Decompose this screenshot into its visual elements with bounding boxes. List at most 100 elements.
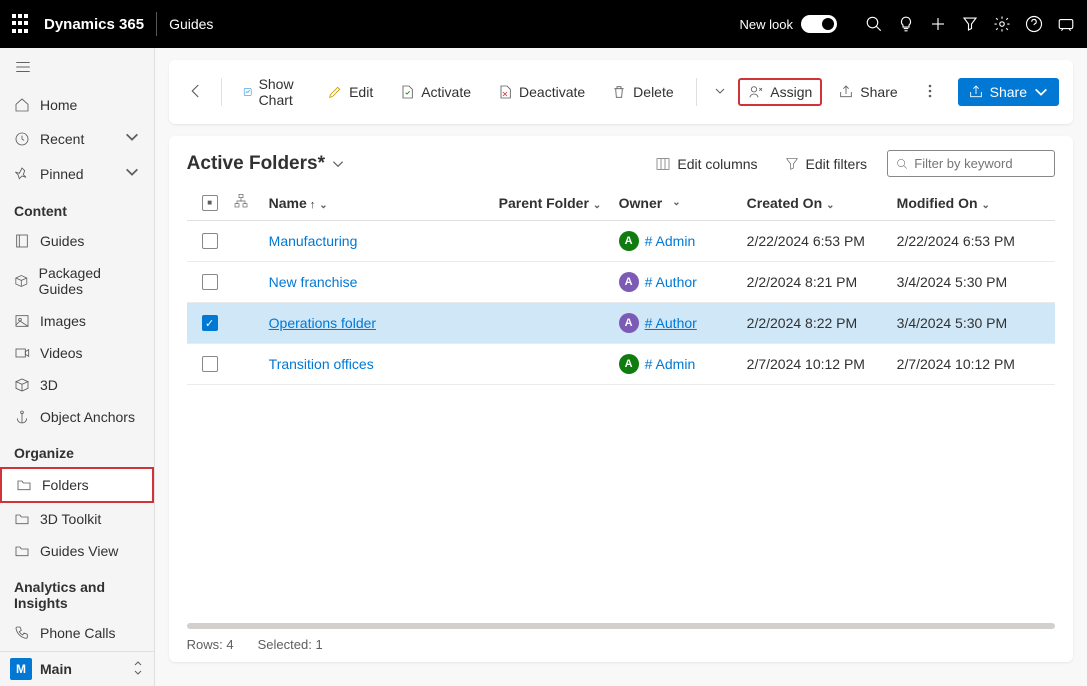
- col-created[interactable]: Created On⌄: [747, 195, 897, 211]
- row-name-link[interactable]: Manufacturing: [269, 233, 358, 249]
- filter-search[interactable]: [887, 150, 1055, 177]
- area-badge: M: [10, 658, 32, 680]
- main-content: Show Chart Edit Activate Deactivate Dele…: [155, 48, 1087, 686]
- nav-item-guides[interactable]: Guides: [0, 225, 154, 257]
- table-row[interactable]: Transition offices A # Admin 2/7/2024 10…: [187, 344, 1055, 385]
- updown-icon: [132, 660, 144, 679]
- nav-item-videos[interactable]: Videos: [0, 337, 154, 369]
- data-grid: Name↑⌄ Parent Folder⌄ Owner⌄ Created On⌄…: [169, 185, 1073, 385]
- col-modified[interactable]: Modified On⌄: [897, 195, 1047, 211]
- grid-footer: Rows: 4 Selected: 1: [169, 629, 1073, 652]
- col-owner[interactable]: Owner⌄: [619, 195, 747, 211]
- funnel-icon[interactable]: [961, 15, 979, 33]
- app-launcher-icon[interactable]: [12, 14, 32, 34]
- brand-label: Dynamics 365: [44, 16, 144, 33]
- edit-button[interactable]: Edit: [317, 78, 383, 106]
- owner-link[interactable]: # Author: [645, 315, 697, 331]
- col-parent[interactable]: Parent Folder⌄: [499, 195, 619, 211]
- nav-group-head: Analytics and Insights: [0, 567, 154, 617]
- header-divider: [156, 12, 157, 36]
- created-cell: 2/2/2024 8:22 PM: [747, 315, 897, 331]
- hamburger-button[interactable]: [0, 48, 154, 89]
- owner-link[interactable]: # Author: [645, 274, 697, 290]
- select-all-checkbox[interactable]: [202, 195, 218, 211]
- nav-pinned[interactable]: Pinned: [0, 156, 154, 191]
- nav-item-folders[interactable]: Folders: [0, 467, 154, 503]
- row-name-link[interactable]: Transition offices: [269, 356, 374, 372]
- table-row[interactable]: Manufacturing A # Admin 2/22/2024 6:53 P…: [187, 221, 1055, 262]
- delete-dropdown[interactable]: [708, 80, 732, 104]
- avatar: A: [619, 231, 639, 251]
- created-cell: 2/7/2024 10:12 PM: [747, 356, 897, 372]
- nav-home[interactable]: Home: [0, 89, 154, 121]
- chevron-down-icon: [331, 157, 345, 171]
- hierarchy-icon[interactable]: [233, 193, 269, 212]
- row-name-link[interactable]: New franchise: [269, 274, 358, 290]
- modified-cell: 3/4/2024 5:30 PM: [897, 315, 1047, 331]
- global-header: Dynamics 365 Guides New look: [0, 0, 1087, 48]
- edit-filters-button[interactable]: Edit filters: [778, 152, 873, 176]
- search-icon[interactable]: [865, 15, 883, 33]
- share-button[interactable]: Share: [828, 78, 907, 106]
- grid-header: Name↑⌄ Parent Folder⌄ Owner⌄ Created On⌄…: [187, 185, 1055, 221]
- row-checkbox[interactable]: [202, 233, 218, 249]
- plus-icon[interactable]: [929, 15, 947, 33]
- nav-item-guides-view[interactable]: Guides View: [0, 535, 154, 567]
- table-row[interactable]: Operations folder A # Author 2/2/2024 8:…: [187, 303, 1055, 344]
- toggle-switch[interactable]: [801, 15, 837, 33]
- avatar: A: [619, 354, 639, 374]
- nav-item-images[interactable]: Images: [0, 305, 154, 337]
- rowcount-label: Rows: 4: [187, 637, 234, 652]
- sidebar: Home Recent Pinned Content Guides Packag…: [0, 48, 155, 686]
- modified-cell: 3/4/2024 5:30 PM: [897, 274, 1047, 290]
- back-button[interactable]: [183, 78, 209, 107]
- nav-group-head: Organize: [0, 433, 154, 467]
- chevron-down-icon: [124, 164, 140, 183]
- row-checkbox[interactable]: [202, 315, 218, 331]
- row-checkbox[interactable]: [202, 356, 218, 372]
- app-name-label: Guides: [169, 16, 213, 32]
- created-cell: 2/2/2024 8:21 PM: [747, 274, 897, 290]
- nav-item-phone-calls[interactable]: Phone Calls: [0, 617, 154, 649]
- row-checkbox[interactable]: [202, 274, 218, 290]
- col-name[interactable]: Name↑⌄: [269, 195, 499, 211]
- new-look-toggle[interactable]: New look: [740, 15, 837, 33]
- area-switcher[interactable]: M Main: [0, 651, 154, 686]
- share-primary-button[interactable]: Share: [958, 78, 1059, 106]
- delete-button[interactable]: Delete: [601, 78, 683, 106]
- nav-item-object-anchors[interactable]: Object Anchors: [0, 401, 154, 433]
- table-row[interactable]: New franchise A # Author 2/2/2024 8:21 P…: [187, 262, 1055, 303]
- deactivate-button[interactable]: Deactivate: [487, 78, 595, 106]
- owner-link[interactable]: # Admin: [645, 356, 696, 372]
- new-look-label: New look: [740, 17, 793, 32]
- nav-item-3d[interactable]: 3D: [0, 369, 154, 401]
- assistant-icon[interactable]: [1057, 15, 1075, 33]
- nav-item-3d-toolkit[interactable]: 3D Toolkit: [0, 503, 154, 535]
- nav-group-head: Content: [0, 191, 154, 225]
- chevron-down-icon: [124, 129, 140, 148]
- lightbulb-icon[interactable]: [897, 15, 915, 33]
- area-label: Main: [40, 661, 72, 677]
- activate-button[interactable]: Activate: [389, 78, 481, 106]
- view-title[interactable]: Active Folders*: [187, 153, 345, 175]
- overflow-button[interactable]: [914, 79, 946, 106]
- edit-columns-button[interactable]: Edit columns: [649, 152, 763, 176]
- modified-cell: 2/7/2024 10:12 PM: [897, 356, 1047, 372]
- nav-recent[interactable]: Recent: [0, 121, 154, 156]
- avatar: A: [619, 313, 639, 333]
- owner-link[interactable]: # Admin: [645, 233, 696, 249]
- assign-button[interactable]: Assign: [738, 78, 822, 106]
- command-bar: Show Chart Edit Activate Deactivate Dele…: [169, 60, 1073, 124]
- avatar: A: [619, 272, 639, 292]
- help-icon[interactable]: [1025, 15, 1043, 33]
- nav-item-packaged-guides[interactable]: Packaged Guides: [0, 257, 154, 305]
- gear-icon[interactable]: [993, 15, 1011, 33]
- search-icon: [896, 157, 908, 171]
- modified-cell: 2/22/2024 6:53 PM: [897, 233, 1047, 249]
- selectedcount-label: Selected: 1: [258, 637, 323, 652]
- grid-card: Active Folders* Edit columns Edit filter…: [169, 136, 1073, 662]
- created-cell: 2/22/2024 6:53 PM: [747, 233, 897, 249]
- show-chart-button[interactable]: Show Chart: [233, 70, 311, 114]
- row-name-link[interactable]: Operations folder: [269, 315, 376, 331]
- filter-input[interactable]: [914, 156, 1046, 171]
